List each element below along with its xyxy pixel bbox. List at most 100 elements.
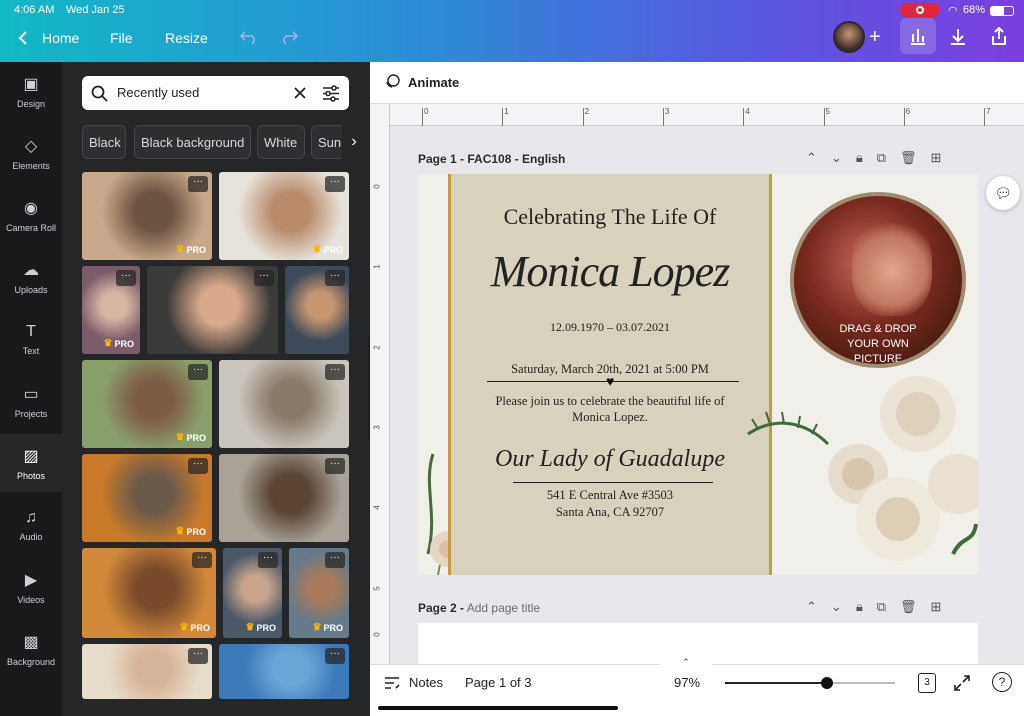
page1-title[interactable]: Page 1 - FAC108 - English (418, 152, 565, 166)
stock-photo[interactable]: ··· (82, 644, 212, 699)
stock-photo[interactable]: ··· ♛ PRO (219, 172, 349, 260)
more-options-icon[interactable]: ··· (325, 458, 345, 474)
stock-photo[interactable]: ··· ♛ PRO (82, 548, 216, 638)
animate-bar: Animate (370, 62, 1024, 104)
more-options-icon[interactable]: ··· (254, 270, 274, 286)
add-page-icon[interactable]: ⊞ (931, 599, 942, 615)
delete-icon[interactable]: 🗑︎ (900, 150, 917, 166)
fullscreen-icon[interactable] (954, 675, 970, 691)
home-button[interactable]: Home (18, 30, 79, 46)
rail-item-background[interactable]: ▩ Background (0, 620, 62, 678)
crown-icon: ♛ (103, 338, 113, 349)
share-add-icon[interactable]: + (869, 26, 881, 49)
rail-item-text[interactable]: T Text (0, 310, 62, 368)
card-heading[interactable]: Celebrating The Life Of (451, 204, 769, 230)
animate-button[interactable]: Animate (384, 74, 459, 90)
more-options-icon[interactable]: ··· (116, 270, 136, 286)
page2-title[interactable]: Page 2 - Add page title (418, 601, 540, 615)
rail-item-elements[interactable]: ◇ Elements (0, 124, 62, 182)
more-options-icon[interactable]: ··· (325, 270, 345, 286)
file-menu-button[interactable]: File (110, 30, 133, 46)
card-invite-line2[interactable]: Monica Lopez. (451, 410, 769, 425)
stock-photo[interactable]: ··· ♛ PRO (82, 360, 212, 448)
crown-icon: ♛ (179, 622, 189, 633)
help-icon[interactable]: ? (992, 672, 1012, 692)
rail-item-camera-roll[interactable]: ◉ Camera Roll (0, 186, 62, 244)
stock-photo[interactable]: ··· (147, 266, 278, 354)
redo-icon[interactable] (280, 30, 298, 44)
move-up-icon[interactable]: ⌃ (806, 150, 817, 166)
picture-placeholder[interactable]: DRAG & DROP YOUR OWN PICTURE (790, 192, 966, 368)
zoom-slider[interactable] (725, 677, 895, 689)
chip-black-background[interactable]: Black background (134, 125, 251, 159)
delete-icon[interactable]: 🗑︎ (900, 599, 917, 615)
design-page-1[interactable]: Celebrating The Life Of Monica Lopez 12.… (418, 174, 978, 575)
more-options-icon[interactable]: ··· (325, 648, 345, 664)
expand-pages-icon[interactable]: ⌃ (660, 657, 712, 667)
duplicate-icon[interactable]: ⧉ (877, 599, 886, 615)
add-comment-icon[interactable]: 💬︎ (986, 176, 1020, 210)
pro-badge: ♛ PRO (104, 338, 134, 349)
stock-photo[interactable]: ··· (219, 360, 349, 448)
download-icon[interactable] (949, 28, 967, 46)
page-grid-button[interactable]: 3 (918, 673, 936, 693)
zoom-value[interactable]: 97% (674, 675, 700, 690)
page-indicator[interactable]: Page 1 of 3 (465, 675, 532, 690)
elements-icon: ◇ (24, 137, 38, 155)
more-options-icon[interactable]: ··· (258, 552, 278, 568)
card-dates[interactable]: 12.09.1970 – 03.07.2021 (451, 320, 769, 335)
more-options-icon[interactable]: ··· (188, 648, 208, 664)
page2-title-input[interactable]: Add page title (467, 601, 540, 615)
chip-black[interactable]: Black (82, 125, 126, 159)
search-input[interactable]: Recently used (117, 85, 199, 100)
more-options-icon[interactable]: ··· (188, 458, 208, 474)
rail-item-design[interactable]: ▣ Design (0, 62, 62, 120)
more-options-icon[interactable]: ··· (188, 364, 208, 380)
stock-photo[interactable]: ··· (219, 454, 349, 542)
stock-photo[interactable]: ··· ♛ PRO (289, 548, 349, 638)
card-address-line2[interactable]: Santa Ana, CA 92707 (451, 505, 769, 520)
filter-icon[interactable] (322, 85, 340, 102)
stock-photo[interactable]: ··· ♛ PRO (223, 548, 282, 638)
rail-item-audio[interactable]: ♫ Audio (0, 496, 62, 554)
share-icon[interactable] (990, 27, 1008, 46)
rail-item-uploads[interactable]: ☁ Uploads (0, 248, 62, 306)
chip-white[interactable]: White (257, 125, 305, 159)
search-box[interactable]: Recently used (82, 76, 349, 110)
more-options-icon[interactable]: ··· (325, 552, 345, 568)
move-down-icon[interactable]: ⌄ (831, 599, 842, 615)
lock-icon[interactable]: 🔒︎ (856, 599, 863, 615)
rail-item-photos[interactable]: ▨ Photos (0, 434, 62, 492)
clear-search-icon[interactable] (293, 86, 307, 100)
portrait-face (852, 216, 932, 316)
crown-icon: ♛ (175, 432, 185, 443)
memorial-card[interactable]: Celebrating The Life Of Monica Lopez 12.… (448, 174, 772, 575)
more-options-icon[interactable]: ··· (325, 176, 345, 192)
user-avatar[interactable] (833, 21, 865, 53)
rail-item-videos[interactable]: ▶ Videos (0, 558, 62, 616)
card-invite-line1[interactable]: Please join us to celebrate the beautifu… (451, 394, 769, 409)
stock-photo[interactable]: ··· ♛ PRO (82, 454, 212, 542)
stock-photo[interactable]: ··· (219, 644, 349, 699)
rail-item-projects[interactable]: ▭ Projects (0, 372, 62, 430)
resize-button[interactable]: Resize (165, 30, 208, 46)
chips-next-icon[interactable]: › (342, 125, 366, 159)
undo-icon[interactable] (240, 30, 258, 44)
more-options-icon[interactable]: ··· (188, 176, 208, 192)
card-venue[interactable]: Our Lady of Guadalupe (451, 446, 769, 473)
lock-icon[interactable]: 🔒︎ (856, 150, 863, 166)
stock-photo[interactable]: ··· ♛ PRO (82, 266, 140, 354)
stock-photo[interactable]: ··· (285, 266, 349, 354)
move-up-icon[interactable]: ⌃ (806, 599, 817, 615)
notes-button[interactable]: Notes (384, 675, 443, 690)
card-address-line1[interactable]: 541 E Central Ave #3503 (451, 488, 769, 503)
insights-button[interactable] (900, 18, 936, 54)
move-down-icon[interactable]: ⌄ (831, 150, 842, 166)
more-options-icon[interactable]: ··· (192, 552, 212, 568)
zoom-slider-handle[interactable] (821, 677, 833, 689)
duplicate-icon[interactable]: ⧉ (877, 150, 886, 166)
stock-photo[interactable]: ··· ♛ PRO (82, 172, 212, 260)
card-name[interactable]: Monica Lopez (451, 246, 769, 297)
more-options-icon[interactable]: ··· (325, 364, 345, 380)
add-page-icon[interactable]: ⊞ (931, 150, 942, 166)
